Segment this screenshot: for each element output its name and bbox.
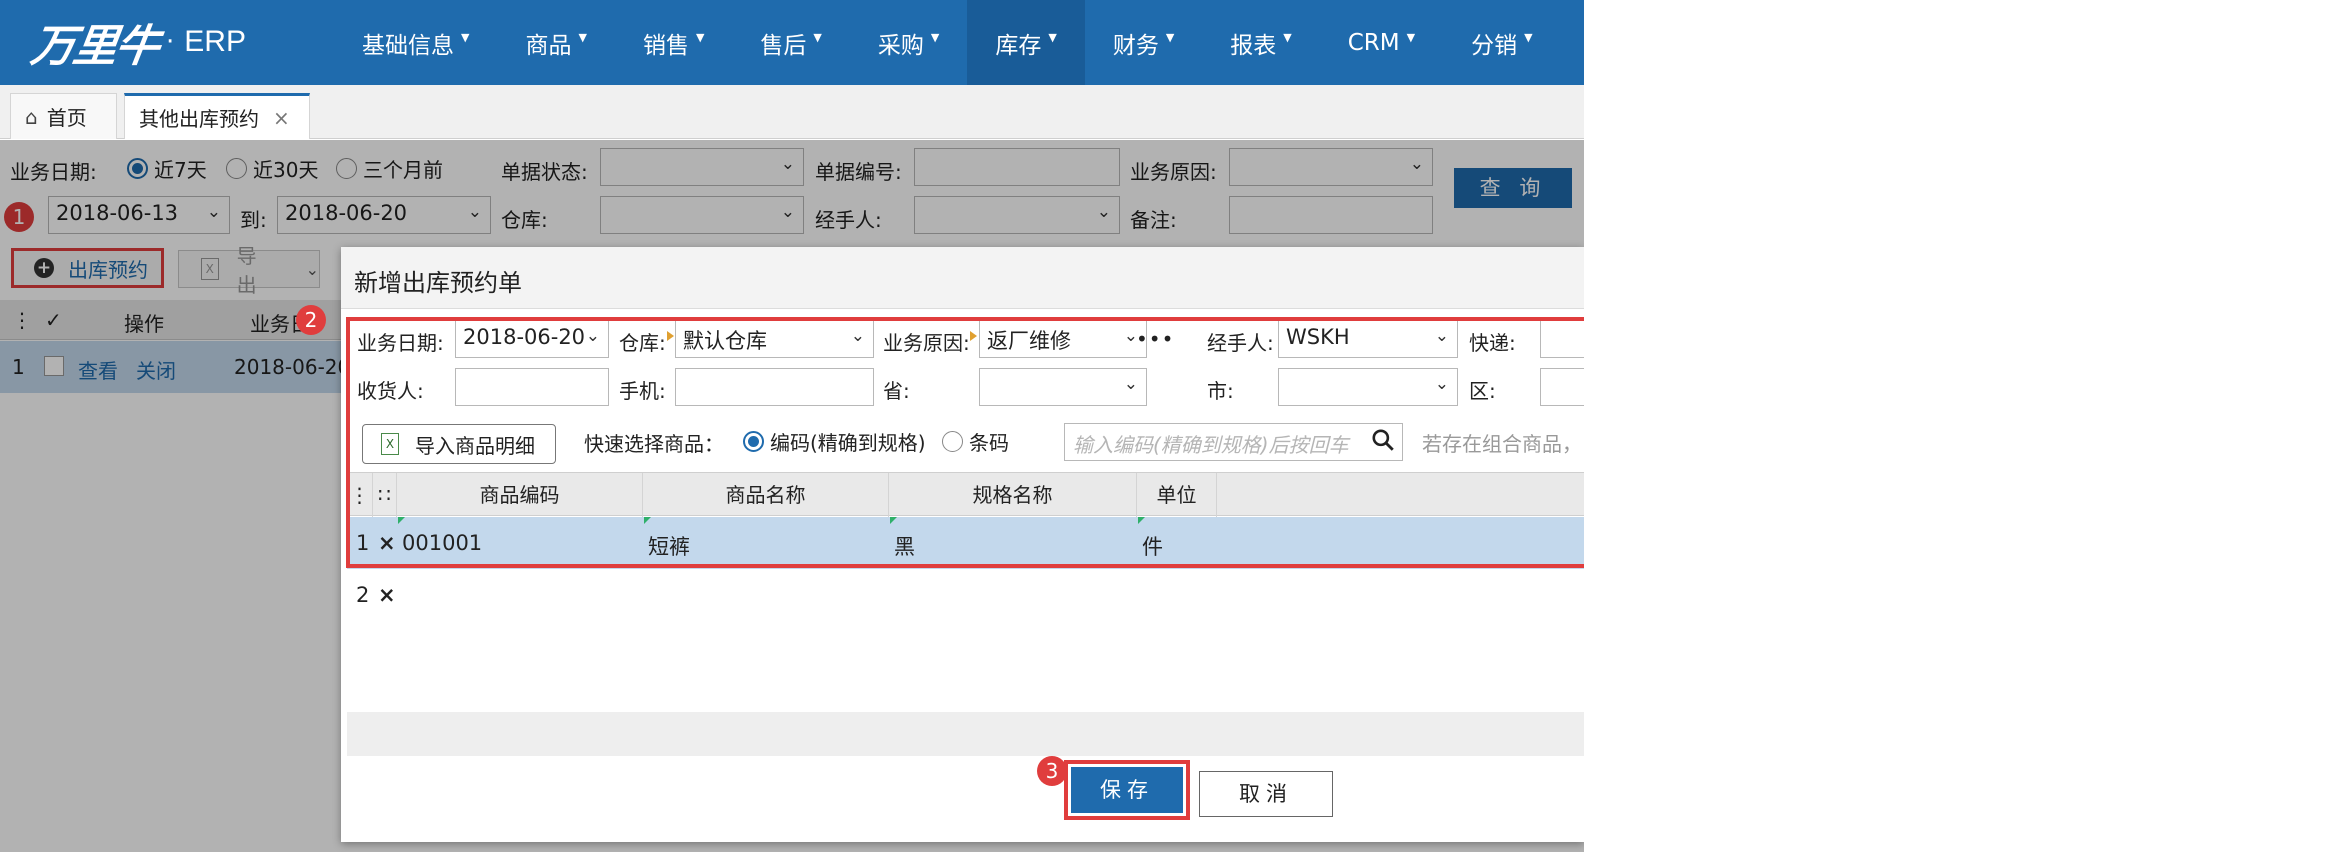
dialog-titlebar [341,247,1584,309]
nav-label: 售后 [760,32,807,59]
caret-down-icon: ▼ [1406,31,1416,44]
nav-label: 基础信息 [362,32,454,59]
erp-app: 万里牛 · ERP 基础信息 ▼ 商品 ▼ 销售 ▼ 售后 ▼ 采购 ▼ 库存 ▼ 财务 ▼ … [0,0,1584,852]
nav-item-inventory[interactable]: 库存 ▼ [967,0,1085,85]
save-button[interactable]: 保存 [1064,760,1190,820]
caret-down-icon: ▼ [461,31,470,44]
caret-down-icon: ▼ [1048,31,1057,44]
nav-item-finance[interactable]: 财务 ▼ [1085,0,1202,85]
dialog-title: 新增出库预约单 [354,269,522,297]
nav-label: 采购 [877,32,924,59]
nav-item-crm[interactable]: CRM ▼ [1320,0,1443,85]
nav-label: 财务 [1112,32,1159,59]
caret-down-icon: ▼ [695,31,705,44]
tab-other-outbound-reservation[interactable]: 其他出库预约 × [124,93,310,139]
caret-down-icon: ▼ [1524,31,1533,44]
step-2-highlight-box [346,317,1584,568]
step-badge-2: 2 [296,305,326,335]
tab-label: 其他出库预约 [139,107,259,131]
nav-label: 商品 [525,32,572,59]
nav-item-sales[interactable]: 销售 ▼ [615,0,732,85]
home-icon: ⌂ [25,104,38,129]
nav-label: 报表 [1230,32,1277,59]
nav-label: 销售 [642,32,689,59]
nav-label: 分销 [1471,32,1518,59]
logo-dot: · [166,27,175,57]
logo[interactable]: 万里牛 · ERP [28,14,246,72]
caret-down-icon: ▼ [578,31,587,44]
row-index: 2 [356,583,370,607]
main-menu: 基础信息 ▼ 商品 ▼ 销售 ▼ 售后 ▼ 采购 ▼ 库存 ▼ 财务 ▼ 报表 ▼ CRM ▼ 分… [334,0,1561,85]
nav-item-purchase[interactable]: 采购 ▼ [850,0,967,85]
caret-down-icon: ▼ [930,31,940,44]
logo-brand: 万里牛 [27,21,161,72]
step-badge-3: 3 [1037,756,1067,786]
nav-item-distribution[interactable]: 分销 ▼ [1443,0,1560,85]
tab-home[interactable]: ⌂ 首页 [10,93,117,139]
logo-product: ERP [184,25,246,58]
close-icon[interactable]: × [273,106,290,130]
table-row[interactable]: 2 × [347,569,1584,621]
cancel-button[interactable]: 取消 [1199,771,1333,817]
dialog-grid-footer [347,712,1584,756]
nav-item-reports[interactable]: 报表 ▼ [1202,0,1319,85]
caret-down-icon: ▼ [1283,31,1292,44]
top-navigation-bar: 万里牛 · ERP 基础信息 ▼ 商品 ▼ 销售 ▼ 售后 ▼ 采购 ▼ 库存 ▼ 财务 ▼ … [0,0,1584,85]
tab-label: 首页 [46,106,87,130]
nav-item-goods[interactable]: 商品 ▼ [497,0,614,85]
nav-item-basic-info[interactable]: 基础信息 ▼ [334,0,497,85]
nav-item-after-sales[interactable]: 售后 ▼ [732,0,849,85]
new-outbound-reservation-dialog: 新增出库预约单 业务日期: 2018-06-20 ⌄ 仓库: 默认仓库 ⌄ 业务原因… [341,247,1584,842]
caret-down-icon: ▼ [1165,31,1175,44]
caret-down-icon: ▼ [813,31,822,44]
nav-label: 库存 [995,32,1042,59]
page-tab-bar: ⌂ 首页 其他出库预约 × [0,85,1584,139]
delete-row-icon[interactable]: × [378,583,396,607]
nav-label: CRM [1347,29,1400,56]
